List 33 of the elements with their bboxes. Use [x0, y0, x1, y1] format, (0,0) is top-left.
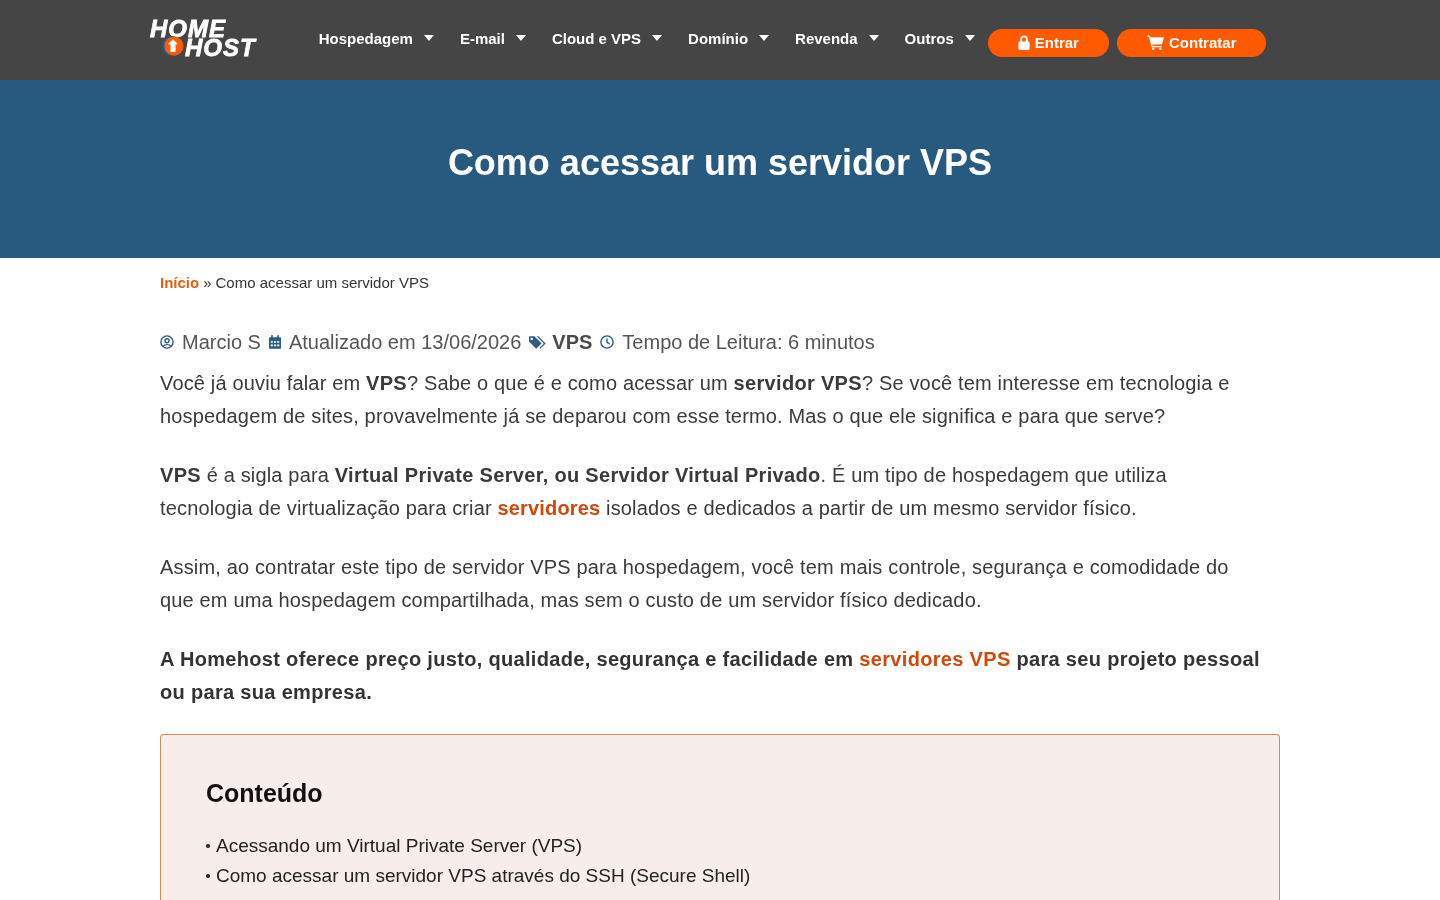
breadcrumb-link[interactable]: Início: [160, 272, 200, 294]
reading-time: Tempo de Leitura: 6 minutos: [622, 330, 875, 355]
nav-menu-item[interactable]: Outros: [904, 29, 975, 47]
inline-link[interactable]: servidores VPS: [859, 648, 1011, 670]
nav-menu-item[interactable]: E-mail: [459, 29, 526, 47]
clock-icon: [600, 335, 615, 349]
lock-icon: [1017, 35, 1030, 50]
nav-menu-item[interactable]: Domínio: [688, 29, 770, 47]
nav-menu-item[interactable]: Cloud e VPS: [551, 29, 663, 47]
cart-icon: [1146, 35, 1164, 50]
toc-link[interactable]: Acessando um Virtual Private Server (VPS): [216, 831, 583, 861]
updated-date: Atualizado em 13/06/2026: [288, 330, 522, 355]
nav-menu-item[interactable]: Revenda: [795, 29, 879, 47]
article-paragraph: Você já ouviu falar em VPS? Sabe o que é e como acessar um servidor VPS? Se você tem interesse em tecnologia e hospedagem de sites, provavelmente já se deparou com esse termo. Mas o que ele significa e para que serve?: [160, 371, 1231, 429]
bullet-icon: [206, 844, 210, 848]
page-title: Como acessar um servidor VPS: [447, 141, 993, 185]
logo-icon: [162, 35, 184, 57]
toc-link[interactable]: Como acessar um servidor VPS através do SSH (Secure Shell): [216, 861, 751, 891]
calendar-icon: [268, 335, 281, 349]
nav-menu-item[interactable]: Hospedagem: [318, 29, 434, 47]
article-paragraph: A Homehost oferece preço justo, qualidade, segurança e facilidade em servidores VPS para seu projeto pessoal ou para sua empresa.: [160, 647, 1261, 705]
toc-title: Conteúdo: [206, 778, 324, 809]
breadcrumb-current: Como acessar um servidor VPS: [215, 273, 429, 293]
breadcrumb-separator: »: [203, 273, 212, 293]
category-link[interactable]: VPS: [552, 327, 593, 357]
article-paragraph: Assim, ao contratar este tipo de servidor VPS para hospedagem, você tem mais controle, segurança e comodidade do que em uma hospedagem compartilhada, mas sem o custo de um servidor físico dedicado.: [160, 555, 1230, 613]
user-icon: [160, 335, 174, 349]
bullet-icon: [206, 874, 210, 878]
author-name: Marcio S: [182, 330, 261, 355]
tags-icon: [529, 334, 548, 350]
site-logo[interactable]: HOME HOST: [150, 19, 256, 57]
article-paragraph: VPS é a sigla para Virtual Private Server, ou Servidor Virtual Privado. É um tipo de hospedagem que utiliza tecnologia de virtualização para criar servidores isolados e dedicados a partir de um mesmo servidor físico.: [160, 463, 1168, 521]
inline-link[interactable]: servidores: [497, 497, 601, 519]
